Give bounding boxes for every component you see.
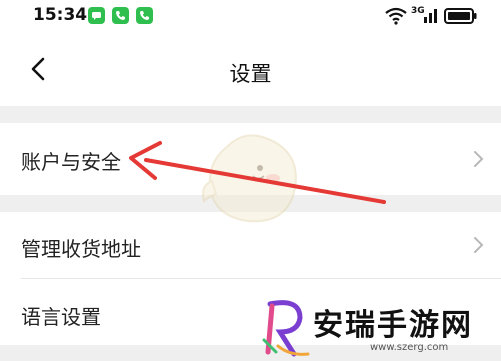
status-bar: 15:34 3G [0,0,501,32]
page-title: 设置 [229,62,272,86]
site-url: www.szerg.com [370,342,449,353]
network-type-label: 3G [411,6,425,16]
message-icon [88,7,105,24]
site-name: 安瑞手游网 [313,308,473,343]
status-indicators: 3G [384,6,479,26]
site-watermark: 安瑞手游网 www.szerg.com [258,296,501,361]
chevron-right-icon [473,150,485,168]
section-gap [0,106,501,123]
site-logo-icon [262,300,310,357]
settings-item-label: 语言设置 [21,305,101,329]
wifi-signal-battery-icon [385,7,477,25]
mascot-watermark-icon [202,134,297,223]
phone-icon [136,7,153,24]
page-header: 设置 [0,32,501,106]
chevron-right-icon [473,236,485,254]
phone-icon [112,7,129,24]
settings-item-label: 账户与安全 [21,150,121,174]
settings-item-label: 管理收货地址 [21,237,141,261]
status-time: 15:34 [33,5,88,25]
